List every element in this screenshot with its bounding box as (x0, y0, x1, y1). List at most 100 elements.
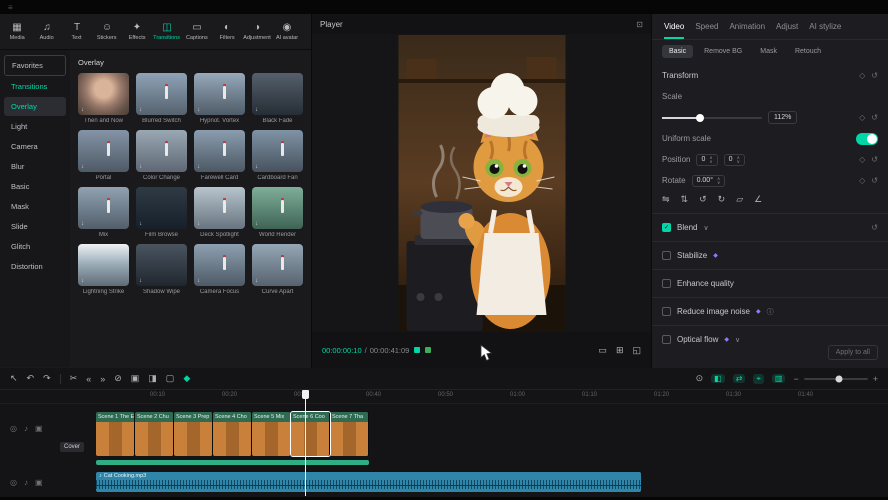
flip-horizontal-icon[interactable]: ⇋ (662, 194, 670, 205)
subtab-retouch[interactable]: Retouch (788, 45, 828, 58)
top-tab-effects[interactable]: ✦Effects (122, 23, 152, 41)
frame-mode-icon[interactable] (414, 347, 420, 353)
grid-view-icon[interactable]: ⊞ (616, 345, 624, 356)
clip-scene-7[interactable]: Scene 7 Tha (330, 412, 369, 456)
step-down-icon[interactable]: ∨ (717, 181, 720, 185)
optical-flow-checkbox[interactable] (662, 335, 671, 344)
top-tab-audio[interactable]: ♫Audio (32, 23, 62, 41)
effect-strip-track[interactable] (96, 460, 369, 465)
level-icon[interactable]: ∠ (754, 194, 762, 205)
transition-card[interactable]: ↓Curve Apart (252, 244, 303, 295)
tab-adjust[interactable]: Adjust (776, 22, 798, 31)
scale-slider-knob[interactable] (696, 114, 704, 122)
chevron-down-icon[interactable]: ∨ (703, 224, 708, 232)
sidebar-item-overlay[interactable]: Overlay (4, 97, 66, 116)
tilt-icon[interactable]: ▱ (736, 194, 743, 205)
sidebar-item-light[interactable]: Light (4, 117, 66, 136)
sidebar-item-distortion[interactable]: Distortion (4, 257, 66, 276)
transition-card[interactable]: ↓Color Change (136, 130, 187, 181)
rotate-stepper[interactable]: 0.00°∧∨ (692, 175, 726, 187)
transition-card[interactable]: ↓Then and Now (78, 73, 129, 124)
hide-track-icon[interactable]: ◎ (10, 424, 17, 433)
clip-scene-3[interactable]: Scene 3 Prep (174, 412, 213, 456)
top-tab-text[interactable]: TText (62, 23, 92, 41)
reset-icon[interactable]: ↺ (871, 71, 878, 80)
delete-left-icon[interactable]: « (86, 374, 91, 384)
preview-stage[interactable] (312, 34, 651, 332)
subtab-remove-bg[interactable]: Remove BG (697, 45, 749, 58)
step-down-icon[interactable]: ∨ (737, 160, 740, 164)
sidebar-item-slide[interactable]: Slide (4, 217, 66, 236)
player-options-icon[interactable]: ⊡ (636, 20, 643, 29)
tab-animation[interactable]: Animation (729, 22, 765, 31)
top-tab-media[interactable]: ▦Media (2, 23, 32, 41)
rotate-ccw-icon[interactable]: ↺ (699, 194, 707, 205)
lock-track-icon[interactable]: ▣ (35, 478, 43, 487)
reset-icon[interactable]: ↺ (871, 176, 878, 185)
snap-icon[interactable]: ⌖ (753, 374, 764, 384)
transition-card[interactable]: ↓World Render (252, 187, 303, 238)
clip-scene-2[interactable]: Scene 2 Chu (135, 412, 174, 456)
transition-card[interactable]: ↓Deck Spotlight (194, 187, 245, 238)
crop-icon[interactable]: ▢ (166, 373, 175, 384)
fullscreen-icon[interactable]: ◱ (632, 345, 641, 356)
keyframe-icon[interactable]: ◇ (859, 176, 865, 185)
preview-axis-icon[interactable]: ▥ (772, 374, 786, 383)
stabilize-checkbox[interactable] (662, 251, 671, 260)
mirror-icon[interactable]: ◨ (148, 373, 157, 384)
keyframe-icon[interactable]: ◇ (859, 113, 865, 122)
main-track-magnet-icon[interactable]: ◧ (711, 374, 725, 383)
delete-right-icon[interactable]: » (100, 374, 105, 384)
uniform-scale-toggle[interactable] (856, 133, 878, 145)
voiceover-icon[interactable]: ⊙ (696, 373, 704, 384)
transition-card[interactable]: ↓Mix (78, 187, 129, 238)
sidebar-item-transitions[interactable]: Transitions (4, 77, 66, 96)
keyframe-icon[interactable]: ◇ (859, 155, 865, 164)
zoom-slider-knob[interactable] (835, 375, 842, 382)
playhead[interactable] (305, 390, 306, 496)
reset-icon[interactable]: ↺ (871, 113, 878, 122)
top-tab-filters[interactable]: ◐Filters (212, 23, 242, 41)
position-x-stepper[interactable]: 0∧∨ (696, 154, 717, 166)
video-frame[interactable] (398, 35, 565, 331)
apply-to-all-button[interactable]: Apply to all (828, 345, 878, 360)
transition-card[interactable]: ↓Black Fade (252, 73, 303, 124)
top-tab-ai-avatar[interactable]: ◉AI avatar (272, 23, 302, 41)
step-down-icon[interactable]: ∨ (709, 160, 712, 164)
flip-vertical-icon[interactable]: ⇅ (681, 194, 689, 205)
zoom-in-icon[interactable]: + (873, 374, 878, 384)
timeline-zoom-slider[interactable] (804, 378, 868, 380)
top-tab-stickers[interactable]: ☺Stickers (92, 23, 122, 41)
transition-card[interactable]: ↓Portal (78, 130, 129, 181)
transition-card[interactable]: ↓Camera Focus (194, 244, 245, 295)
keyframe-icon[interactable]: ◇ (859, 71, 865, 80)
select-tool-icon[interactable]: ↖ (10, 373, 18, 384)
quality-icon[interactable] (425, 347, 431, 353)
clip-scene-6-selected[interactable]: Scene 6 Coo (291, 412, 330, 456)
subtab-basic[interactable]: Basic (662, 45, 693, 58)
subtab-mask[interactable]: Mask (753, 45, 784, 58)
clip-scene-4[interactable]: Scene 4 Cho (213, 412, 252, 456)
delete-icon[interactable]: ⊘ (114, 373, 122, 384)
timeline-ruler[interactable]: 00:10 00:20 00:30 00:40 00:50 01:00 01:1… (0, 390, 888, 404)
mute-track-icon[interactable]: ♪ (24, 424, 28, 433)
transition-card[interactable]: ↓Hypnot. Vortex (194, 73, 245, 124)
freeze-frame-icon[interactable]: ▣ (131, 373, 140, 384)
mute-track-icon[interactable]: ♪ (24, 478, 28, 487)
blend-checkbox[interactable]: ✓ (662, 223, 671, 232)
cover-button[interactable]: Cover (60, 442, 84, 452)
reset-icon[interactable]: ↺ (871, 223, 878, 232)
sidebar-item-favorites[interactable]: Favorites (4, 55, 66, 76)
hide-track-icon[interactable]: ◎ (10, 478, 17, 487)
enhance-quality-checkbox[interactable] (662, 279, 671, 288)
sidebar-item-mask[interactable]: Mask (4, 197, 66, 216)
sidebar-item-basic[interactable]: Basic (4, 177, 66, 196)
tab-video[interactable]: Video (664, 22, 684, 31)
clip-scene-5[interactable]: Scene 5 Mix (252, 412, 291, 456)
transition-card[interactable]: ↓Cardboard Fan (252, 130, 303, 181)
clip-scene-1[interactable]: Scene 1 The E (96, 412, 135, 456)
sidebar-item-glitch[interactable]: Glitch (4, 237, 66, 256)
ratio-icon[interactable]: ▭ (598, 345, 607, 356)
menu-icon[interactable]: ≡ (8, 3, 13, 12)
transition-card[interactable]: ↓Film Browse (136, 187, 187, 238)
